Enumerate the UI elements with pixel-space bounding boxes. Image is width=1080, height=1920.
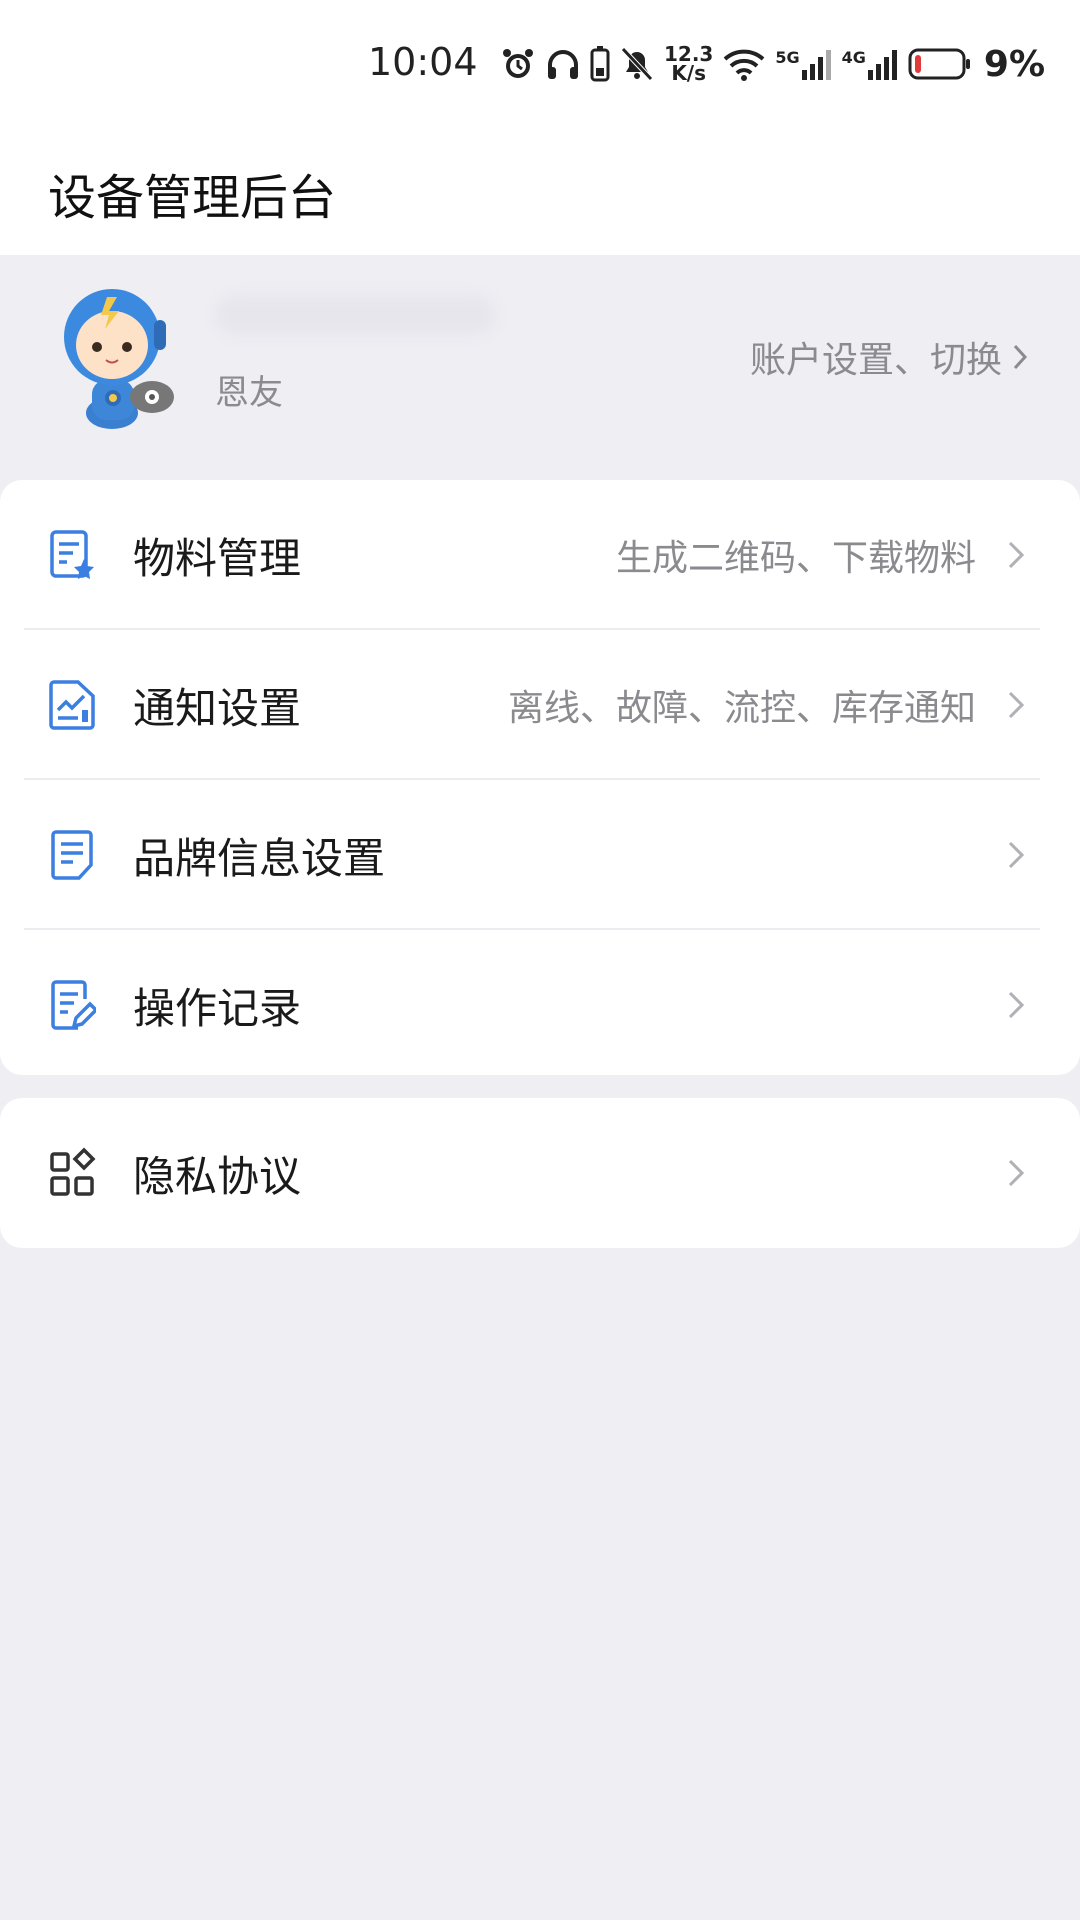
chevron-right-icon <box>1008 691 1025 719</box>
account-subtitle: 恩友 <box>215 373 283 413</box>
menu-item-materials[interactable]: 物料管理 生成二维码、下载物料 <box>0 480 1080 630</box>
battery-icon <box>908 48 970 80</box>
status-time: 10:04 <box>368 40 478 84</box>
net-4g-label: 4G <box>841 48 866 67</box>
menu-item-notifications[interactable]: 通知设置 离线、故障、流控、库存通知 <box>0 630 1080 780</box>
headphones-icon <box>548 50 578 79</box>
chevron-right-icon <box>1008 841 1025 869</box>
wifi-icon <box>724 49 765 81</box>
chevron-right-icon <box>1008 1159 1025 1187</box>
menu-item-label: 通知设置 <box>133 683 302 733</box>
signal-4g-icon: 4G <box>842 48 898 80</box>
apps-grid-icon <box>50 1147 96 1196</box>
net-5g-label: 5G <box>775 48 800 67</box>
menu-card-secondary: 隐私协议 <box>0 1098 1080 1248</box>
battery-percent: 9% <box>983 43 1046 85</box>
top-area: 10:04 12.3 K/s 5G 4G 9% 设备管理后台 <box>0 0 1080 255</box>
menu-card: 物料管理 生成二维码、下载物料 通知设置 离线、故障、流控、库存通知 品牌信息设… <box>0 480 1080 1075</box>
chevron-right-icon <box>1008 991 1025 1019</box>
alarm-icon <box>503 49 533 78</box>
menu-item-operation-log[interactable]: 操作记录 <box>0 930 1080 1080</box>
phone-battery-icon <box>590 46 610 82</box>
menu-item-brand-info[interactable]: 品牌信息设置 <box>0 780 1080 930</box>
net-speed-unit: K/s <box>671 61 707 85</box>
account-settings-label: 账户设置、切换 <box>749 340 1002 381</box>
menu-item-privacy[interactable]: 隐私协议 <box>0 1098 1080 1248</box>
notification-chart-icon <box>49 680 95 730</box>
status-bar: 10:04 12.3 K/s 5G 4G 9% <box>0 0 1080 130</box>
menu-item-label: 操作记录 <box>133 983 302 1033</box>
avatar <box>64 289 174 429</box>
account-section[interactable]: 恩友 账户设置、切换 <box>0 255 1080 470</box>
chevron-right-icon <box>1013 344 1028 370</box>
menu-item-hint: 离线、故障、流控、库存通知 <box>507 688 976 729</box>
chevron-right-icon <box>1008 541 1025 569</box>
menu-item-label: 隐私协议 <box>133 1151 302 1201</box>
page-title: 设备管理后台 <box>48 170 337 226</box>
account-name-redacted <box>215 295 495 335</box>
menu-item-label: 物料管理 <box>133 533 302 583</box>
materials-icon <box>50 530 94 579</box>
account-settings-link[interactable]: 账户设置、切换 <box>750 331 1028 383</box>
mute-bell-icon <box>621 47 653 81</box>
menu-item-hint: 生成二维码、下载物料 <box>615 538 976 579</box>
signal-5g-icon: 5G <box>775 48 831 80</box>
status-icons: 12.3 K/s 5G 4G 9% <box>500 40 1045 88</box>
menu-item-label: 品牌信息设置 <box>133 833 386 883</box>
edit-record-icon <box>51 980 96 1030</box>
document-icon <box>51 830 93 880</box>
net-speed: 12.3 K/s <box>664 44 713 85</box>
